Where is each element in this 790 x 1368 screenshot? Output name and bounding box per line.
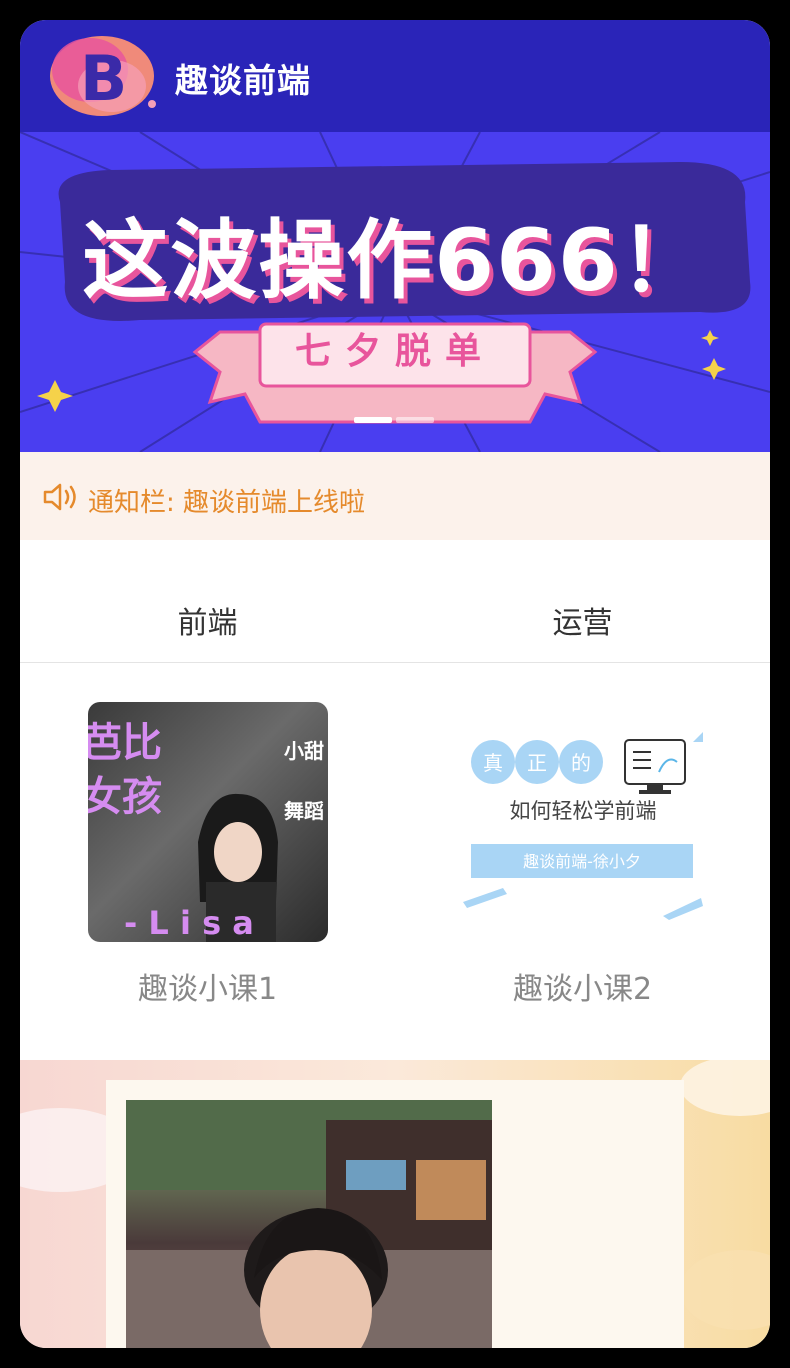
svg-text:的: 的 — [571, 751, 591, 775]
svg-text:趣谈前端-徐小夕: 趣谈前端-徐小夕 — [523, 852, 641, 871]
carousel-dot[interactable] — [396, 417, 434, 423]
category-tabs: 前端 运营 — [20, 540, 770, 680]
course-thumbnail-art: 真 正 的 如何轻松学前端 趣谈前端-徐小夕 — [463, 732, 703, 920]
portrait-photo-art — [126, 1100, 492, 1348]
tab-operations[interactable]: 运营 — [395, 598, 770, 642]
course-thumbnail[interactable]: 芭比 女孩 小甜 舞蹈 - L i s a — [88, 702, 328, 942]
banner-ribbon-text: 七夕脱单 — [294, 331, 495, 372]
course-grid: 芭比 女孩 小甜 舞蹈 - L i s a 趣谈小课1 真 正 的 如何轻松学前… — [20, 663, 770, 1060]
tab-frontend[interactable]: 前端 — [20, 598, 395, 642]
svg-text:- L i s a: - L i s a — [124, 904, 254, 942]
b-letter-logo-icon: B — [50, 36, 156, 116]
svg-text:舞蹈: 舞蹈 — [284, 799, 324, 823]
svg-text:女孩: 女孩 — [88, 774, 162, 820]
course-title: 趣谈小课1 — [137, 972, 278, 1007]
svg-text:如何轻松学前端: 如何轻松学前端 — [510, 799, 657, 823]
carousel-dot-active[interactable] — [354, 417, 392, 423]
notice-bar[interactable]: 通知栏: 趣谈前端上线啦 — [20, 452, 770, 540]
notice-text: 通知栏: 趣谈前端上线啦 — [88, 488, 366, 518]
promo-section[interactable] — [20, 1060, 770, 1348]
portrait-photo[interactable] — [126, 1100, 492, 1348]
banner-headline: 这波操作666！ — [82, 211, 708, 311]
app-title: 趣谈前端 — [175, 61, 311, 100]
course-thumbnail[interactable]: 真 正 的 如何轻松学前端 趣谈前端-徐小夕 — [463, 702, 703, 942]
svg-text:B: B — [80, 42, 127, 115]
promo-banner[interactable]: 这波操作666！ 七夕脱单 — [20, 132, 770, 452]
svg-text:芭比: 芭比 — [88, 720, 162, 766]
svg-text:小甜: 小甜 — [284, 739, 324, 763]
course-title: 趣谈小课2 — [512, 972, 653, 1007]
phone-frame: B 趣谈前端 这波操作666！ 七夕脱单 通知栏: 趣谈前端上线啦 前端 运营 … — [0, 0, 790, 1368]
app-screen: B 趣谈前端 这波操作666！ 七夕脱单 通知栏: 趣谈前端上线啦 前端 运营 … — [20, 20, 770, 1348]
svg-text:正: 正 — [527, 751, 547, 775]
course-thumbnail-art: 芭比 女孩 小甜 舞蹈 - L i s a — [88, 720, 324, 942]
speaker-icon — [43, 483, 76, 511]
svg-text:真: 真 — [483, 751, 503, 775]
app-header: B 趣谈前端 — [20, 20, 770, 132]
